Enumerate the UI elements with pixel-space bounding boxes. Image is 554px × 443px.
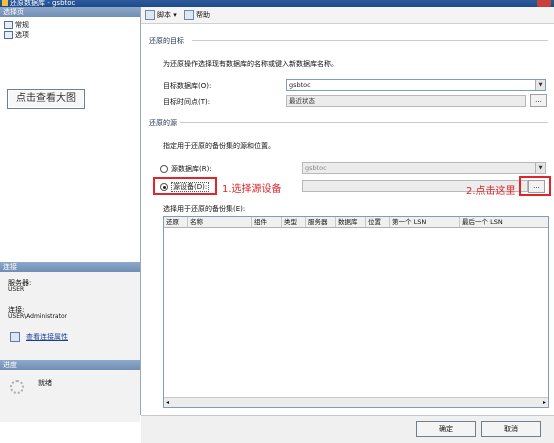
view-connection-properties-link[interactable]: 查看连接属性 bbox=[26, 332, 68, 342]
restore-target-description: 为还原操作选择现有数据库的名称或键入新数据库名称。 bbox=[163, 60, 338, 68]
column-header[interactable]: 名称 bbox=[188, 217, 252, 227]
target-time-field: 最近状态 bbox=[286, 95, 526, 107]
view-large-image-button[interactable]: 点击查看大图 bbox=[7, 89, 85, 109]
help-button[interactable]: 帮助 bbox=[184, 10, 210, 20]
column-header[interactable]: 类型 bbox=[282, 217, 306, 227]
column-header[interactable]: 组件 bbox=[252, 217, 282, 227]
group-divider bbox=[192, 40, 548, 41]
column-header[interactable]: 还原 bbox=[164, 217, 188, 227]
ok-button[interactable]: 确定 bbox=[416, 421, 476, 437]
toolbar: 脚本 ▾ 帮助 bbox=[141, 7, 554, 24]
left-pane: 选择页 常规 选项 点击查看大图 连接 服务器: USER 连接: USER\A… bbox=[0, 7, 141, 422]
scroll-right-icon[interactable]: ▸ bbox=[543, 399, 546, 406]
progress-spinner-icon bbox=[10, 380, 24, 394]
script-button[interactable]: 脚本 ▾ bbox=[145, 10, 177, 20]
chevron-down-icon: ▾ bbox=[173, 11, 177, 19]
grid-header: 还原 名称 组件 类型 服务器 数据库 位置 第一个 LSN 最后一个 LSN bbox=[164, 217, 548, 228]
page-icon bbox=[4, 31, 13, 39]
step1-annotation: 1.选择源设备 bbox=[222, 184, 282, 195]
source-device-radio[interactable] bbox=[160, 183, 168, 191]
column-header[interactable]: 第一个 LSN bbox=[390, 217, 460, 227]
target-database-label: 目标数据库(O): bbox=[163, 82, 212, 90]
target-time-browse-button[interactable]: ... bbox=[530, 94, 547, 107]
title-bar: 还原数据库 - gsbtoc bbox=[0, 0, 554, 7]
column-header[interactable]: 数据库 bbox=[336, 217, 366, 227]
source-database-option[interactable]: 源数据库(R): bbox=[160, 164, 212, 174]
progress-header: 进度 bbox=[0, 360, 140, 370]
step2-annotation: 2.点击这里 bbox=[466, 186, 516, 197]
chevron-down-icon[interactable]: ▼ bbox=[535, 80, 545, 90]
source-database-radio[interactable] bbox=[160, 165, 168, 173]
connection-properties-icon bbox=[10, 332, 20, 342]
column-header[interactable]: 最后一个 LSN bbox=[460, 217, 548, 227]
page-icon bbox=[4, 21, 13, 29]
target-time-label: 目标时间点(T): bbox=[163, 98, 211, 106]
window-icon bbox=[2, 0, 8, 6]
scroll-left-icon[interactable]: ◂ bbox=[166, 399, 169, 406]
page-item-general[interactable]: 常规 bbox=[4, 20, 29, 30]
restore-source-description: 指定用于还原的备份集的源和位置。 bbox=[163, 142, 275, 150]
horizontal-scrollbar[interactable]: ◂ ▸ bbox=[164, 397, 548, 407]
backup-sets-label: 选择用于还原的备份集(E): bbox=[163, 205, 246, 213]
help-icon bbox=[184, 10, 194, 20]
select-page-header: 选择页 bbox=[0, 7, 140, 17]
cancel-button[interactable]: 取消 bbox=[481, 421, 541, 437]
script-icon bbox=[145, 10, 155, 20]
chevron-down-icon: ▼ bbox=[535, 163, 545, 173]
restore-source-group-title: 还原的源 bbox=[149, 119, 177, 127]
connection-value: USER\Administrator bbox=[8, 313, 68, 320]
device-browse-button[interactable]: ... bbox=[528, 180, 545, 193]
group-divider bbox=[180, 122, 548, 123]
target-database-combo[interactable]: gsbtoc ▼ bbox=[286, 79, 546, 91]
connection-header: 连接 bbox=[0, 262, 140, 272]
column-header[interactable]: 服务器 bbox=[306, 217, 336, 227]
backup-sets-grid[interactable]: 还原 名称 组件 类型 服务器 数据库 位置 第一个 LSN 最后一个 LSN … bbox=[163, 216, 549, 408]
bottom-button-bar: 确定 取消 bbox=[141, 415, 554, 443]
restore-target-group-title: 还原的目标 bbox=[149, 37, 184, 45]
connection-section: 连接 服务器: USER 连接: USER\Administrator 查看连接… bbox=[0, 262, 140, 422]
close-window-button[interactable] bbox=[537, 0, 551, 7]
page-item-options[interactable]: 选项 bbox=[4, 30, 29, 40]
column-header[interactable]: 位置 bbox=[366, 217, 390, 227]
progress-status: 就绪 bbox=[38, 379, 52, 387]
source-device-option[interactable]: 源设备(D): bbox=[160, 182, 210, 192]
source-database-combo: gsbtoc ▼ bbox=[302, 162, 546, 174]
server-value: USER bbox=[8, 286, 25, 293]
